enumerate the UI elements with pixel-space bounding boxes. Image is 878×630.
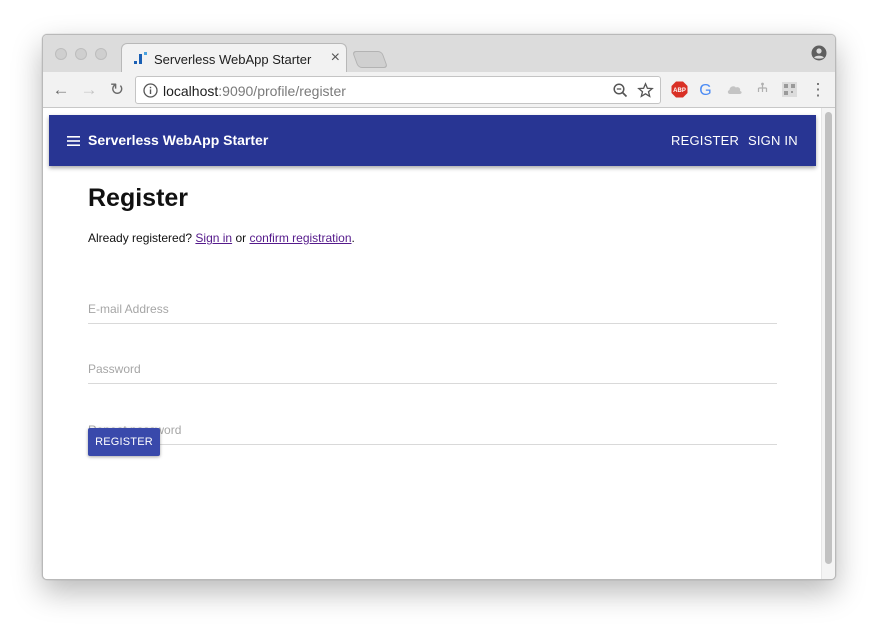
email-field xyxy=(88,294,777,324)
nav-register-button[interactable]: REGISTER xyxy=(671,133,739,148)
email-input[interactable] xyxy=(88,294,777,316)
svg-text:ABP: ABP xyxy=(673,88,686,94)
tree-icon[interactable] xyxy=(754,81,771,98)
address-bar[interactable]: localhost:9090/profile/register xyxy=(135,76,661,104)
tab-strip: Serverless WebApp Starter × xyxy=(43,35,835,73)
scrollbar-thumb[interactable] xyxy=(825,112,832,564)
profile-icon[interactable] xyxy=(811,45,827,61)
or-text: or xyxy=(235,231,247,245)
nav-signin-button[interactable]: SIGN IN xyxy=(748,133,798,148)
repeat-password-input[interactable] xyxy=(88,415,777,437)
register-submit-button[interactable]: REGISTER xyxy=(88,428,160,456)
browser-tab[interactable]: Serverless WebApp Starter × xyxy=(121,43,347,73)
qr-icon[interactable] xyxy=(781,81,798,98)
url-host: localhost xyxy=(163,83,219,99)
new-tab-button[interactable] xyxy=(351,51,389,68)
app-bar: Serverless WebApp Starter REGISTER SIGN … xyxy=(49,115,816,166)
svg-text:G: G xyxy=(699,82,711,98)
subtitle-suffix: . xyxy=(351,231,355,245)
browser-menu-icon[interactable]: ⋮ xyxy=(807,79,829,101)
browser-window: Serverless WebApp Starter × ← → ↻ localh… xyxy=(42,34,836,580)
tab-title: Serverless WebApp Starter xyxy=(154,52,312,67)
already-registered-text: Already registered? Sign in or confirm r… xyxy=(88,231,355,245)
hamburger-menu-icon[interactable] xyxy=(67,136,80,146)
minimize-window-button[interactable] xyxy=(75,48,87,60)
close-window-button[interactable] xyxy=(55,48,67,60)
zoom-icon[interactable] xyxy=(612,82,629,99)
forward-icon[interactable]: → xyxy=(78,79,100,101)
favicon-icon xyxy=(134,52,147,64)
drive-icon[interactable] xyxy=(726,81,743,98)
page-viewport: Serverless WebApp Starter REGISTER SIGN … xyxy=(43,108,835,579)
browser-toolbar: ← → ↻ localhost:9090/profile/register AB… xyxy=(43,72,835,108)
repeat-password-field xyxy=(88,415,777,445)
back-icon[interactable]: ← xyxy=(50,79,72,101)
already-registered-prefix: Already registered? xyxy=(88,231,193,245)
abp-icon[interactable]: ABP xyxy=(671,81,688,98)
zoom-window-button[interactable] xyxy=(95,48,107,60)
signin-link[interactable]: Sign in xyxy=(195,231,232,245)
app-title[interactable]: Serverless WebApp Starter xyxy=(88,132,268,148)
google-translate-icon[interactable]: G xyxy=(697,81,714,98)
bookmark-star-icon[interactable] xyxy=(637,82,654,99)
url-text[interactable]: localhost:9090/profile/register xyxy=(163,83,346,99)
info-icon[interactable] xyxy=(143,83,158,98)
password-input[interactable] xyxy=(88,354,777,376)
scrollbar[interactable] xyxy=(821,108,835,579)
url-path: :9090/profile/register xyxy=(218,83,346,99)
page-title: Register xyxy=(88,184,189,212)
tab-close-icon[interactable]: × xyxy=(331,48,340,68)
confirm-registration-link[interactable]: confirm registration xyxy=(249,231,351,245)
reload-icon[interactable]: ↻ xyxy=(106,79,128,101)
password-field xyxy=(88,354,777,384)
